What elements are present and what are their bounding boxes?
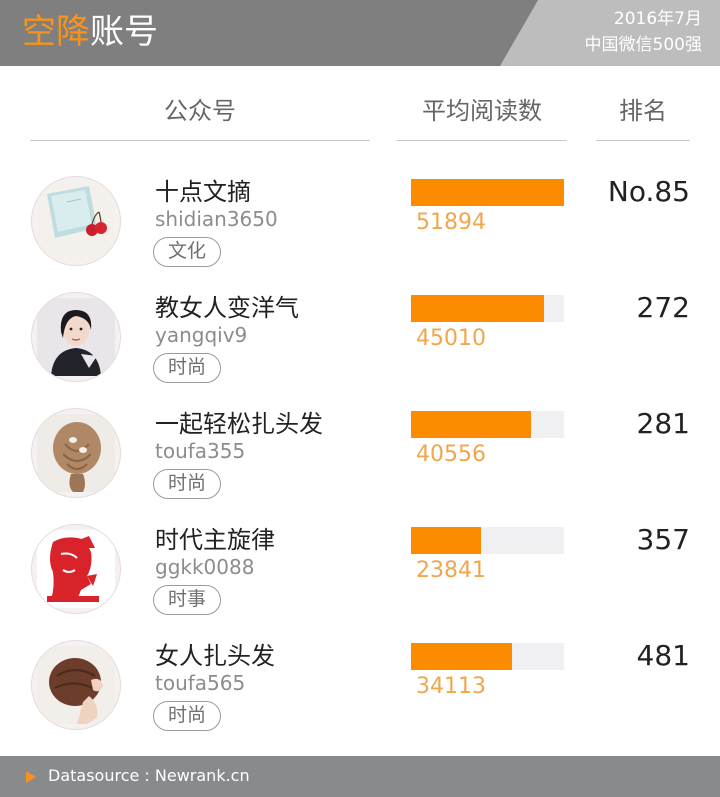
- column-header-account: 公众号: [164, 97, 236, 125]
- notebook-cherry-avatar: [31, 176, 121, 266]
- category-tag: 时尚: [153, 353, 222, 383]
- table-row: 时代主旋律 ggkk0088 时事 23841 357: [0, 523, 720, 640]
- woman-portrait-avatar: [31, 292, 121, 382]
- table-row: 十点文摘 shidian3650 文化 51894 No.85: [0, 175, 720, 292]
- table-row: 一起轻松扎头发 toufa355 时尚 40556 281: [0, 407, 720, 524]
- account-id: ggkk0088: [155, 555, 255, 579]
- bar-data-label: 40556: [416, 442, 486, 467]
- account-id: toufa355: [155, 439, 246, 463]
- bar-data-label: 45010: [416, 326, 486, 351]
- table-row: 教女人变洋气 yangqiv9 时尚 45010 272: [0, 291, 720, 408]
- column-divider-rank: [596, 140, 690, 141]
- column-divider-avg-reads: [397, 140, 567, 141]
- account-id: shidian3650: [155, 207, 278, 231]
- chart-bar: [411, 179, 564, 206]
- page-title-rest: 账号: [90, 12, 158, 52]
- braided-hair-avatar: [31, 408, 121, 498]
- rank-value: No.85: [607, 175, 690, 208]
- column-divider-account: [30, 140, 370, 141]
- column-header-rank: 排名: [619, 97, 667, 125]
- table-row: 女人扎头发 toufa565 时尚 34113 481: [0, 639, 720, 756]
- bar-track: [411, 179, 564, 206]
- page-title-accent: 空降: [22, 12, 90, 52]
- category-tag: 时尚: [153, 469, 222, 499]
- rank-value: 281: [636, 407, 690, 440]
- header-meta: 2016年7月 中国微信500强: [585, 6, 702, 58]
- rank-value: 481: [636, 639, 690, 672]
- rank-value: 357: [636, 523, 690, 556]
- bar-data-label: 51894: [416, 210, 486, 235]
- column-header-avg-reads: 平均阅读数: [422, 97, 542, 125]
- bar-track: [411, 527, 564, 554]
- data-source-label: Datasource : Newrank.cn: [48, 766, 250, 785]
- bar-data-label: 23841: [416, 558, 486, 583]
- chart-bar: [411, 411, 531, 438]
- page-title: 空降账号: [22, 10, 158, 54]
- chart-bar: [411, 527, 481, 554]
- account-id: yangqiv9: [155, 323, 248, 347]
- red-portrait-avatar: [31, 524, 121, 614]
- chart-bar: [411, 295, 544, 322]
- header-list-name: 中国微信500强: [584, 35, 702, 55]
- account-name: 时代主旋律: [155, 526, 275, 554]
- account-name: 一起轻松扎头发: [155, 410, 323, 438]
- bar-track: [411, 643, 564, 670]
- category-tag: 文化: [153, 237, 222, 267]
- bar-data-label: 34113: [416, 674, 486, 699]
- chart-bar: [411, 643, 512, 670]
- account-name: 教女人变洋气: [155, 294, 299, 322]
- header-date: 2016年7月: [613, 9, 702, 29]
- hair-bun-avatar: [31, 640, 121, 730]
- category-tag: 时尚: [153, 701, 222, 731]
- bar-track: [411, 295, 564, 322]
- account-name: 十点文摘: [155, 178, 251, 206]
- header-banner: 空降账号 2016年7月 中国微信500强: [0, 0, 720, 66]
- category-tag: 时事: [153, 585, 222, 615]
- triangle-bullet-icon: [26, 771, 36, 783]
- account-name: 女人扎头发: [155, 642, 275, 670]
- footer-bar: Datasource : Newrank.cn: [0, 756, 720, 797]
- bar-track: [411, 411, 564, 438]
- rank-value: 272: [636, 291, 690, 324]
- account-id: toufa565: [155, 671, 246, 695]
